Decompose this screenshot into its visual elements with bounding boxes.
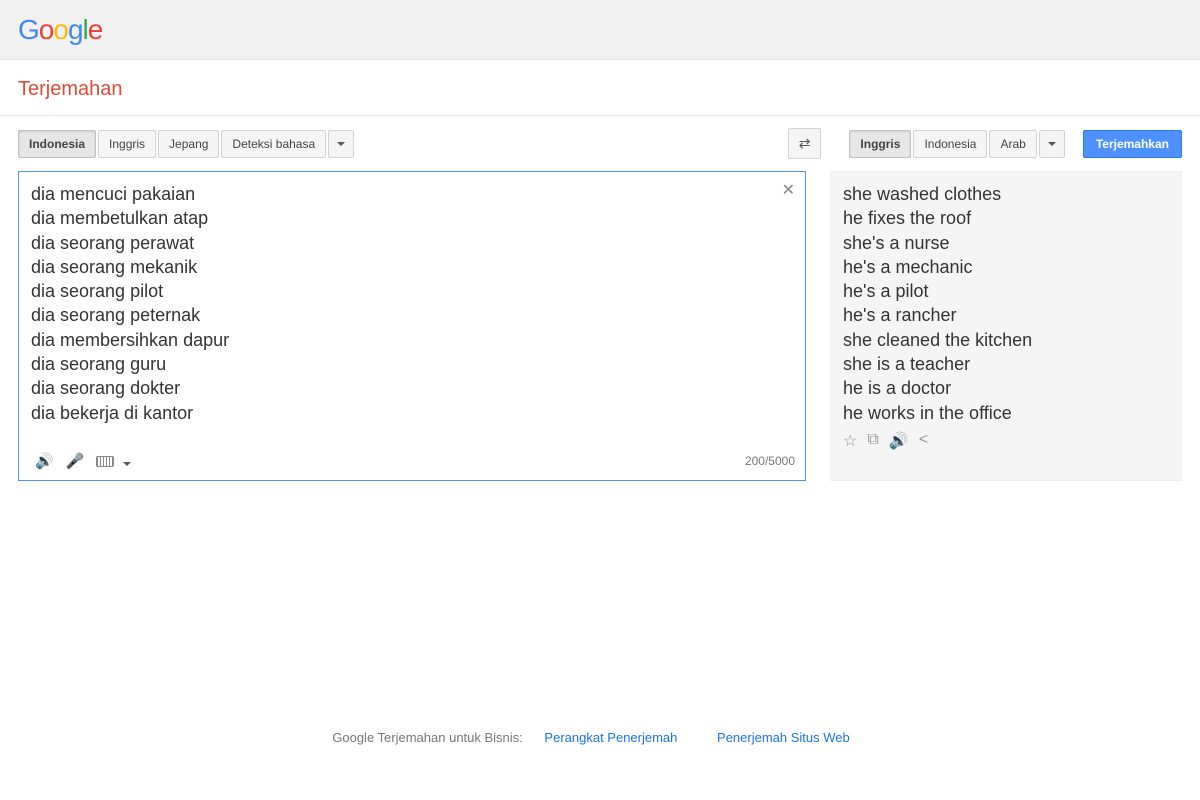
translation-panels: ✕ dia mencuci pakaian dia membetulkan at… (0, 167, 1200, 481)
listen-source-button[interactable]: 🔊 (29, 448, 60, 474)
source-footer: 🔊 🎤 200/5000 (19, 442, 805, 480)
footer-link-toolkit[interactable]: Perangkat Penerjemah (544, 730, 677, 745)
source-lang-tab-indonesia[interactable]: Indonesia (18, 130, 96, 158)
page-title: Terjemahan (18, 78, 1182, 101)
translate-button[interactable]: Terjemahkan (1083, 130, 1182, 158)
keyboard-input-button[interactable] (90, 449, 136, 474)
footer-link-website-translator[interactable]: Penerjemah Situs Web (717, 730, 850, 745)
source-lang-dropdown[interactable] (328, 130, 354, 158)
copy-translation-button[interactable]: ⧉ (867, 431, 878, 451)
footer: Google Terjemahan untuk Bisnis: Perangka… (0, 730, 1200, 745)
caret-down-icon (1048, 142, 1056, 146)
swap-languages-button[interactable]: ⇄ (788, 128, 822, 159)
google-logo[interactable]: Google (18, 14, 102, 46)
language-toolbar: Indonesia Inggris Jepang Deteksi bahasa … (0, 116, 1200, 167)
share-translation-button[interactable]: < (919, 431, 928, 451)
top-bar: Google (0, 0, 1200, 60)
target-lang-tab-indonesia[interactable]: Indonesia (913, 130, 987, 158)
target-panel: she washed clothes he fixes the roof she… (830, 171, 1182, 481)
source-lang-tab-inggris[interactable]: Inggris (98, 130, 156, 158)
source-text-input[interactable]: dia mencuci pakaian dia membetulkan atap… (19, 172, 805, 442)
swap-icon: ⇄ (799, 135, 811, 151)
source-panel: ✕ dia mencuci pakaian dia membetulkan at… (18, 171, 806, 481)
target-lang-tab-inggris[interactable]: Inggris (849, 130, 911, 158)
listen-translation-button[interactable]: 🔊 (889, 431, 909, 451)
source-lang-tab-detect[interactable]: Deteksi bahasa (221, 130, 326, 158)
clear-input-button[interactable]: ✕ (782, 180, 795, 200)
target-lang-tabs: Inggris Indonesia Arab (849, 130, 1064, 158)
save-translation-button[interactable]: ☆ (843, 431, 857, 451)
footer-label: Google Terjemahan untuk Bisnis: (332, 730, 523, 745)
caret-down-icon (123, 462, 131, 466)
source-lang-tab-jepang[interactable]: Jepang (158, 130, 219, 158)
translated-text: she washed clothes he fixes the roof she… (843, 182, 1169, 425)
microphone-icon: 🎤 (66, 453, 85, 470)
target-lang-tab-arab[interactable]: Arab (989, 130, 1036, 158)
source-lang-tabs: Indonesia Inggris Jepang Deteksi bahasa (18, 130, 354, 158)
voice-input-button[interactable]: 🎤 (60, 448, 91, 474)
keyboard-icon (96, 456, 114, 467)
caret-down-icon (337, 142, 345, 146)
speaker-icon: 🔊 (35, 453, 54, 470)
title-row: Terjemahan (0, 60, 1200, 115)
target-action-icons: ☆ ⧉ 🔊 < (843, 431, 1169, 451)
target-lang-dropdown[interactable] (1039, 130, 1065, 158)
character-count: 200/5000 (745, 454, 795, 468)
